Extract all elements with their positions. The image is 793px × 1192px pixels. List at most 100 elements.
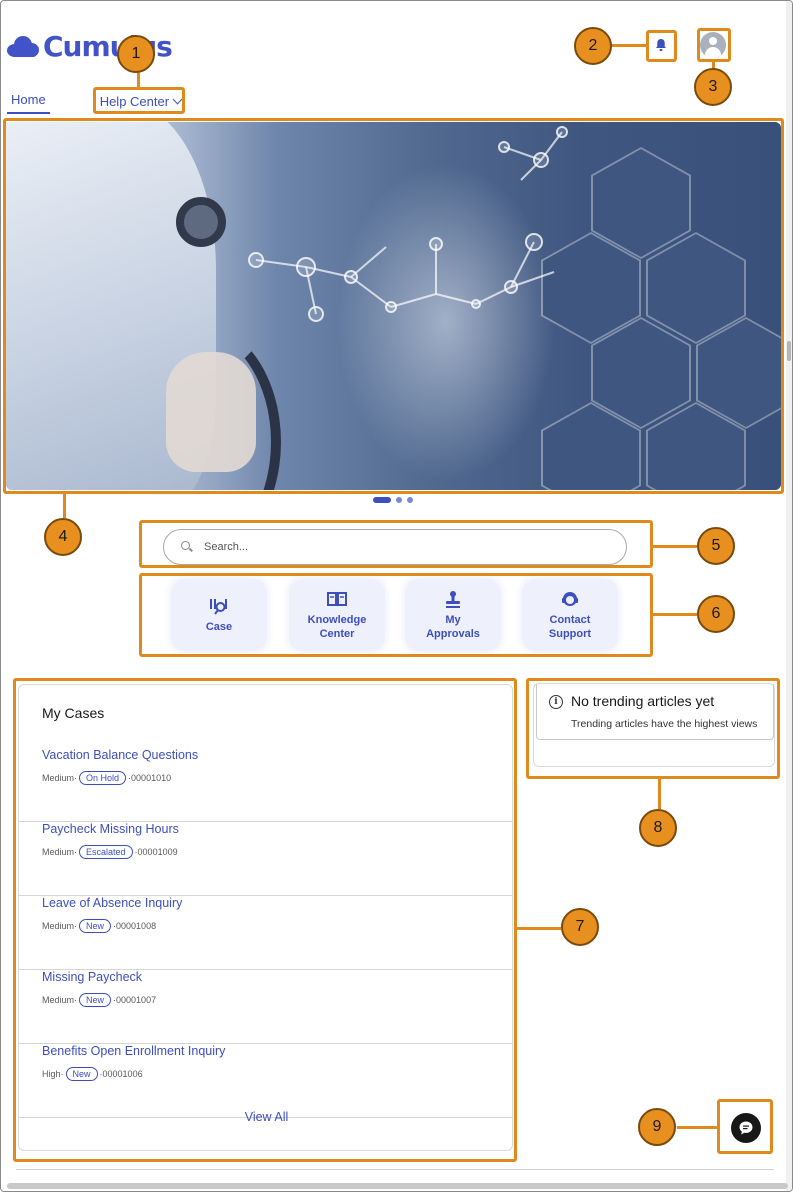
- avatar-head: [709, 37, 717, 45]
- case-priority: Medium: [42, 921, 75, 931]
- case-priority: High: [42, 1069, 61, 1079]
- case-title-link[interactable]: Paycheck Missing Hours: [42, 822, 179, 836]
- tile-my-approvals[interactable]: My Approvals: [405, 579, 501, 651]
- case-title-link[interactable]: Missing Paycheck: [42, 970, 142, 984]
- case-number: 00001008: [116, 921, 157, 931]
- case-priority: Medium: [42, 995, 75, 1005]
- annotation-marker-8: 8: [639, 809, 677, 847]
- case-row: Missing Paycheck Medium · New · 00001007: [19, 970, 512, 1044]
- case-meta: Medium · New · 00001007: [42, 993, 156, 1007]
- nav-home[interactable]: Home: [7, 89, 50, 114]
- support-agent-icon: [561, 589, 579, 609]
- case-number: 00001006: [102, 1069, 143, 1079]
- profile-avatar[interactable]: [700, 32, 726, 58]
- search-bar[interactable]: [163, 529, 627, 565]
- annotation-leader-8: [658, 779, 661, 809]
- case-meta: Medium · New · 00001008: [42, 919, 156, 933]
- trending-subtext: Trending articles have the highest views: [571, 718, 758, 730]
- case-meta: Medium · Escalated · 00001009: [42, 845, 178, 859]
- status-badge: New: [65, 1067, 98, 1081]
- nav-help-center-label: Help Center: [99, 94, 170, 109]
- meta-separator: ·: [74, 773, 78, 783]
- case-icon: [209, 596, 229, 616]
- tile-approvals-label-2: Approvals: [426, 628, 480, 640]
- search-icon: [180, 540, 194, 554]
- case-title-link[interactable]: Vacation Balance Questions: [42, 748, 198, 762]
- annotation-leader-6: [653, 613, 697, 616]
- case-priority: Medium: [42, 847, 75, 857]
- carousel-dot-2[interactable]: [396, 497, 402, 503]
- info-icon: i: [549, 695, 563, 709]
- tile-contact-support[interactable]: Contact Support: [522, 579, 618, 651]
- tile-knowledge-label-2: Center: [319, 628, 355, 640]
- nav-help-center[interactable]: Help Center: [96, 91, 185, 114]
- page-frame: Cumulus Home Help Center Search... Case …: [0, 0, 793, 1192]
- chat-bubble-icon: [739, 1121, 753, 1135]
- cloud-logo-icon: [7, 35, 41, 57]
- carousel-indicator: [373, 497, 413, 503]
- status-badge: On Hold: [79, 771, 127, 785]
- case-title-link[interactable]: Leave of Absence Inquiry: [42, 896, 182, 910]
- annotation-marker-6: 6: [697, 595, 735, 633]
- hero-banner[interactable]: [6, 122, 781, 490]
- annotation-marker-7: 7: [561, 908, 599, 946]
- tile-support-label-1: Contact: [549, 614, 591, 626]
- my-cases-card: My Cases Vacation Balance Questions Medi…: [18, 684, 513, 1151]
- notifications-button[interactable]: [650, 34, 672, 56]
- case-row: Benefits Open Enrollment Inquiry High · …: [19, 1044, 512, 1118]
- avatar-body: [705, 47, 721, 58]
- trending-heading: No trending articles yet: [571, 693, 715, 709]
- annotation-marker-1: 1: [117, 35, 155, 73]
- annotation-leader-2: [611, 44, 646, 47]
- scrollbar-thumb[interactable]: [787, 341, 791, 361]
- annotation-leader-7: [517, 927, 561, 930]
- case-row: Vacation Balance Questions Medium · On H…: [19, 748, 512, 822]
- chat-button[interactable]: [731, 1113, 761, 1143]
- molecule-network-graphic: [248, 126, 568, 322]
- tile-knowledge-label-1: Knowledge: [307, 614, 367, 626]
- annotation-marker-4: 4: [44, 518, 82, 556]
- annotation-marker-3: 3: [694, 68, 732, 106]
- meta-separator: ·: [60, 1069, 64, 1079]
- meta-separator: ·: [74, 921, 78, 931]
- view-all-link[interactable]: View All: [19, 1110, 512, 1124]
- case-number: 00001010: [131, 773, 172, 783]
- meta-separator: ·: [74, 847, 78, 857]
- case-meta: High · New · 00001006: [42, 1067, 143, 1081]
- annotation-leader-4: [63, 494, 66, 518]
- annotation-marker-9: 9: [638, 1108, 676, 1146]
- status-badge: New: [79, 919, 112, 933]
- book-icon: [327, 589, 347, 609]
- my-cases-title: My Cases: [42, 705, 105, 721]
- carousel-dot-3[interactable]: [407, 497, 413, 503]
- tile-case-label: Case: [205, 621, 233, 633]
- case-priority: Medium: [42, 773, 75, 783]
- annotation-marker-2: 2: [574, 27, 612, 65]
- bell-icon: [656, 39, 666, 51]
- meta-separator: ·: [74, 995, 78, 1005]
- search-input[interactable]: [204, 541, 584, 553]
- trending-empty-state: i No trending articles yet Trending arti…: [536, 684, 774, 740]
- tile-support-label-2: Support: [548, 628, 592, 640]
- main-nav: Home Help Center: [7, 89, 185, 114]
- tile-case[interactable]: Case: [171, 579, 267, 651]
- case-meta: Medium · On Hold · 00001010: [42, 771, 171, 785]
- annotation-marker-5: 5: [697, 527, 735, 565]
- case-row: Paycheck Missing Hours Medium · Escalate…: [19, 822, 512, 896]
- horizontal-scrollbar[interactable]: [7, 1183, 788, 1189]
- carousel-dot-1[interactable]: [373, 497, 391, 503]
- case-number: 00001009: [137, 847, 178, 857]
- footer-divider: [16, 1169, 774, 1170]
- tile-knowledge-center[interactable]: Knowledge Center: [289, 579, 385, 651]
- status-badge: Escalated: [79, 845, 133, 859]
- case-title-link[interactable]: Benefits Open Enrollment Inquiry: [42, 1044, 225, 1058]
- stamp-icon: [444, 589, 462, 609]
- vertical-scrollbar[interactable]: [786, 1, 792, 1191]
- status-badge: New: [79, 993, 112, 1007]
- case-row: Leave of Absence Inquiry Medium · New · …: [19, 896, 512, 970]
- tile-approvals-label-1: My: [445, 614, 461, 626]
- annotation-leader-5: [653, 545, 697, 548]
- annotation-leader-9: [677, 1126, 717, 1129]
- case-number: 00001007: [116, 995, 157, 1005]
- trending-articles-card: i No trending articles yet Trending arti…: [533, 683, 775, 767]
